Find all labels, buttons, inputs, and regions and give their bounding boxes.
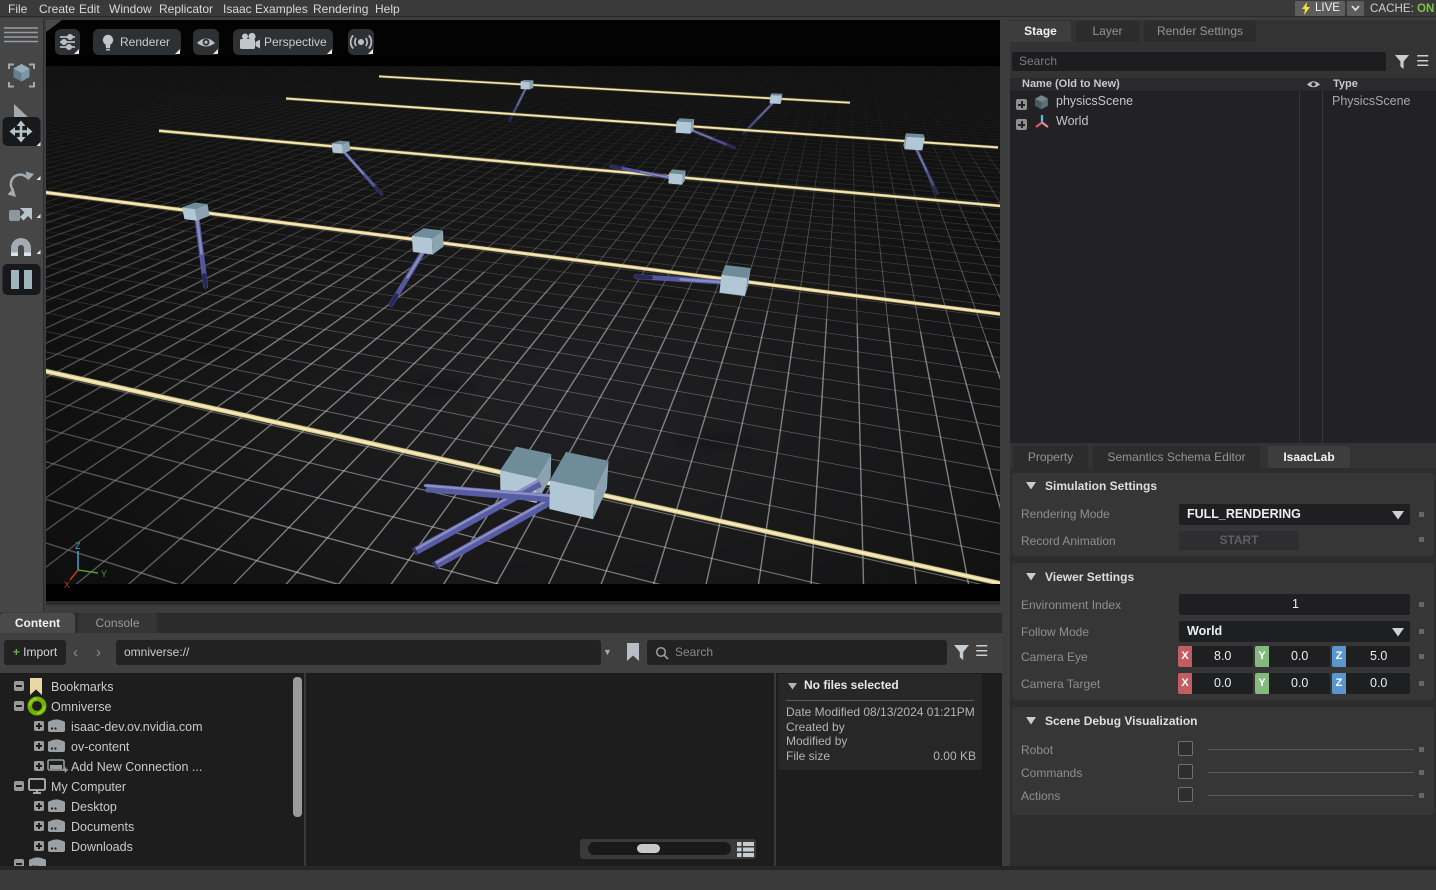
svg-text:ov-content: ov-content — [71, 740, 130, 754]
svg-text:Bookmarks: Bookmarks — [51, 680, 114, 694]
svg-text:Downloads: Downloads — [71, 840, 133, 854]
svg-text:Documents: Documents — [71, 820, 134, 834]
svg-text:Omniverse: Omniverse — [51, 700, 111, 714]
svg-text:My Computer: My Computer — [51, 780, 126, 794]
svg-text:Y: Y — [101, 569, 107, 579]
svg-text:isaac-dev.ov.nvidia.com: isaac-dev.ov.nvidia.com — [71, 720, 203, 734]
svg-text:X: X — [64, 580, 70, 590]
svg-text:Z: Z — [75, 541, 81, 551]
svg-text:Desktop: Desktop — [71, 800, 117, 814]
svg-text:Add New Connection ...: Add New Connection ... — [71, 760, 202, 774]
